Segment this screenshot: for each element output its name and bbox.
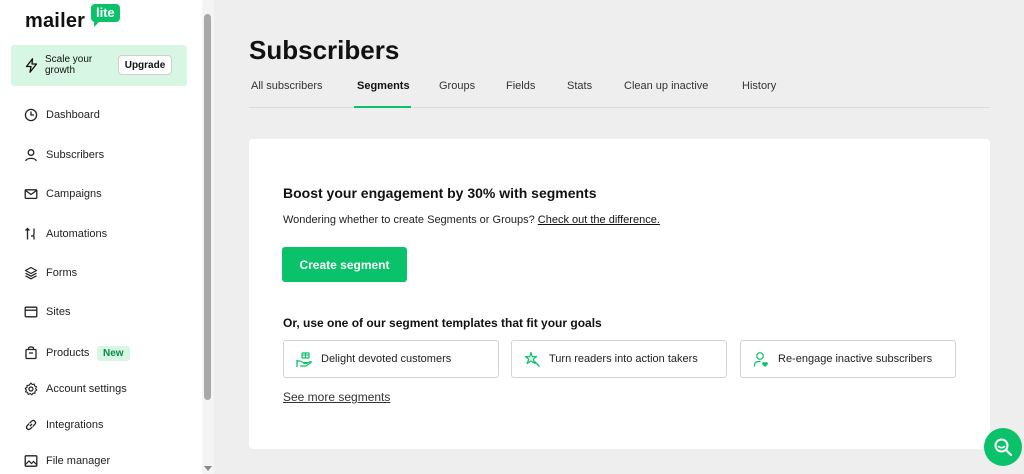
subscriber-tabs: All subscribers Segments Groups Fields S… (249, 72, 990, 108)
sidebar: mailer lite Scale your growth Upgrade Da… (0, 0, 214, 474)
sidebar-item-label: Account settings (46, 383, 127, 395)
templates-heading: Or, use one of our segment templates tha… (283, 316, 602, 330)
tab-history[interactable]: History (742, 80, 776, 92)
sidebar-item-sites[interactable]: Sites (0, 297, 200, 327)
products-icon (25, 346, 37, 360)
hand-gift-icon (296, 352, 312, 367)
new-badge: New (97, 345, 130, 361)
segments-empty-state-card: Boost your engagement by 30% with segmen… (249, 139, 990, 449)
template-re-engage-inactive-subscribers[interactable]: Re-engage inactive subscribers (740, 340, 956, 378)
sidebar-item-label: Forms (46, 267, 78, 279)
template-label: Turn readers into action takers (549, 353, 698, 365)
sidebar-item-label: Subscribers (46, 149, 105, 161)
sidebar-item-label: File manager (46, 455, 111, 467)
user-heart-icon (753, 352, 768, 367)
sparkle-icon (524, 351, 540, 367)
sidebar-item-automations[interactable]: Automations (0, 219, 200, 249)
active-tab-indicator (354, 106, 411, 108)
layers-icon (24, 266, 38, 280)
sidebar-item-account-settings[interactable]: Account settings (0, 374, 200, 404)
template-label: Re-engage inactive subscribers (778, 353, 933, 365)
tab-fields[interactable]: Fields (506, 80, 535, 92)
tab-clean-up-inactive[interactable]: Clean up inactive (624, 80, 708, 92)
link-icon (25, 419, 37, 431)
card-title: Boost your engagement by 30% with segmen… (283, 185, 597, 201)
logo-text: mailer (25, 10, 86, 32)
tab-stats[interactable]: Stats (567, 80, 592, 92)
gear-icon (24, 382, 38, 396)
user-icon (25, 149, 37, 162)
template-label: Delight devoted customers (321, 353, 452, 365)
sidebar-item-dashboard[interactable]: Dashboard (0, 100, 200, 130)
sidebar-item-forms[interactable]: Forms (0, 258, 200, 288)
page-title: Subscribers (249, 35, 400, 65)
sidebar-scrollbar-thumb[interactable] (204, 14, 211, 400)
sidebar-item-subscribers[interactable]: Subscribers (0, 140, 200, 170)
upgrade-text: Scale your growth (45, 54, 93, 76)
chat-support-button[interactable] (984, 428, 1022, 466)
image-icon (24, 455, 38, 467)
template-turn-readers-into-action-takers[interactable]: Turn readers into action takers (511, 340, 727, 378)
difference-link[interactable]: Check out the difference. (538, 214, 660, 226)
sidebar-item-file-manager[interactable]: File manager (0, 446, 200, 474)
tab-all-subscribers[interactable]: All subscribers (251, 80, 323, 92)
automation-icon (25, 227, 35, 240)
sidebar-item-integrations[interactable]: Integrations (0, 410, 200, 440)
sidebar-item-label: Products (46, 347, 90, 359)
upgrade-banner: Scale your growth Upgrade (11, 45, 187, 86)
mail-icon (24, 189, 38, 200)
sidebar-item-label: Campaigns (46, 188, 102, 200)
card-subtitle: Wondering whether to create Segments or … (283, 214, 660, 226)
dashboard-icon (24, 108, 38, 122)
search-chat-icon (994, 438, 1013, 457)
lightning-icon (25, 58, 38, 73)
browser-icon (24, 306, 38, 318)
template-delight-devoted-customers[interactable]: Delight devoted customers (283, 340, 499, 378)
card-subtitle-text: Wondering whether to create Segments or … (283, 214, 535, 226)
create-segment-button[interactable]: Create segment (282, 247, 407, 282)
tab-groups[interactable]: Groups (439, 80, 475, 92)
tab-segments[interactable]: Segments (357, 80, 410, 92)
sidebar-item-products[interactable]: Products New (0, 338, 200, 368)
sidebar-item-label: Automations (46, 228, 108, 240)
scroll-down-arrow-icon[interactable] (204, 466, 212, 471)
upgrade-button[interactable]: Upgrade (118, 55, 172, 75)
sidebar-item-label: Integrations (46, 419, 104, 431)
sidebar-item-label: Sites (46, 306, 71, 318)
sidebar-item-campaigns[interactable]: Campaigns (0, 179, 200, 209)
see-more-segments-link[interactable]: See more segments (283, 390, 390, 404)
sidebar-item-label: Dashboard (46, 109, 100, 121)
logo-badge: lite (91, 4, 120, 27)
